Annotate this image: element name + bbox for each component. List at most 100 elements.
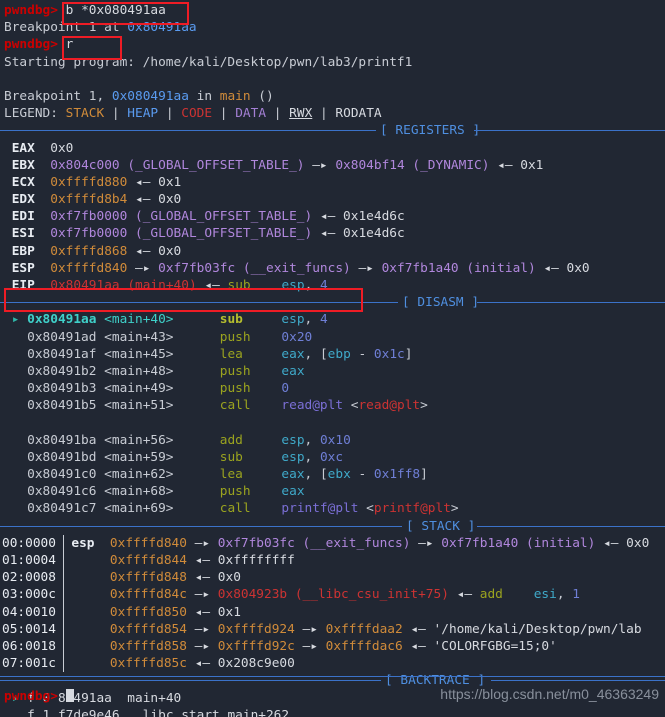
disasm-symbol: <main+48>	[104, 363, 205, 379]
disasm-gap	[204, 433, 219, 448]
stack-row: 00:0000 esp 0xffffd840 —▸ 0xf7fb03fc (__…	[0, 534, 665, 552]
disasm-marker-icon	[4, 450, 27, 465]
stack-offset-index: 04:0010	[2, 604, 56, 620]
space-2	[58, 37, 66, 52]
register-value-edx-part-1: ◂—	[127, 192, 159, 208]
stack-value-part-1: ◂—	[186, 553, 218, 568]
disasm-operands-part-2: read@plt	[358, 398, 421, 414]
rule-right-stack	[477, 525, 665, 527]
register-value-ebp-part-1: ◂—	[127, 243, 159, 259]
stack-value-part-0: 0xffffd858	[109, 638, 187, 654]
backtrace-marker-icon	[4, 708, 27, 717]
legend-data: DATA	[235, 106, 267, 122]
stack-divider	[63, 586, 64, 604]
stack-value-part-8: ,	[556, 587, 573, 603]
register-row-ebx: EBX 0x804c000 (_GLOBAL_OFFSET_TABLE_) —▸…	[0, 157, 665, 174]
register-value-ebp-part-2: 0x0	[158, 243, 182, 259]
disasm-operands-part-2: ebx	[327, 467, 351, 483]
register-name-edx: EDX	[11, 192, 43, 208]
disasm-mnemonic: call	[219, 398, 282, 414]
register-value-esp-part-8: 0x0	[566, 260, 590, 276]
disasm-mnemonic: push	[219, 381, 282, 397]
stack-offset-index: 01:0004	[2, 553, 56, 568]
stack-value-part-2: 0xffffd92c	[217, 638, 295, 654]
disasm-mnemonic: sub	[219, 312, 282, 328]
reg-indent	[4, 209, 12, 224]
disasm-operands-part-5: ]	[420, 467, 428, 483]
breakpoint-hit-function: main	[219, 88, 251, 104]
disasm-section-title: [ DISASM ]	[398, 294, 484, 312]
disasm-operands-part-0: printf@plt	[281, 501, 359, 517]
register-value-esp-part-1: —▸	[127, 260, 159, 276]
prompt-label-2: pwndbg>	[4, 37, 58, 53]
stack-value-part-0: 0xffffd84c	[109, 587, 187, 603]
disasm-row-current: ▸ 0x80491aa <main+40> sub esp, 4	[0, 311, 665, 328]
disasm-gap	[204, 501, 219, 516]
terminal-window[interactable]: pwndbg> b *0x080491aa Breakpoint 1 at 0x…	[0, 0, 665, 717]
register-value-esp-part-6: (initial)	[458, 260, 536, 276]
backtrace-frame-index: f 1	[27, 707, 58, 717]
legend-sep-1: |	[104, 106, 128, 122]
reg-indent	[4, 261, 12, 276]
stack-section-title: [ STACK ]	[402, 517, 480, 535]
stack-divider	[63, 655, 64, 673]
disasm-gap	[204, 398, 219, 413]
command-input-1[interactable]: b *0x080491aa	[66, 3, 166, 18]
stack-value-part-3: —▸	[294, 621, 326, 637]
disasm-gap	[204, 330, 219, 345]
register-row-eip: EIP 0x80491aa (main+40) ◂— sub esp, 4	[0, 277, 665, 294]
disasm-marker-icon	[4, 381, 27, 396]
disasm-panel: ▸ 0x80491aa <main+40> sub esp, 4 0x80491…	[0, 311, 665, 517]
disasm-symbol: <main+59>	[104, 449, 205, 465]
disasm-symbol: <main+68>	[104, 484, 205, 500]
disasm-operands-part-1: , [	[304, 346, 328, 362]
bottom-separator-rule	[0, 676, 665, 677]
register-value-esp-part-7: ◂—	[535, 260, 567, 276]
disasm-mnemonic: push	[219, 484, 282, 500]
space-3	[58, 689, 66, 704]
register-value-esp-part-3: (__exit_funcs)	[235, 260, 351, 276]
register-value-esp-part-4: —▸	[350, 260, 382, 276]
register-value-eip-part-5: esp	[281, 278, 305, 293]
disasm-address: 0x80491b2	[27, 363, 105, 379]
disasm-marker-icon	[4, 347, 27, 362]
disasm-operands-part-1: <	[343, 398, 359, 414]
register-value-esi-part-2: ◂—	[312, 226, 344, 242]
stack-value-part-2: 0x1	[217, 604, 241, 620]
disasm-spacer	[0, 415, 665, 432]
breakpoint-hit-output: Breakpoint 1, 0x080491aa in main ()	[0, 88, 665, 105]
stack-offset-index: 05:0014	[2, 621, 56, 637]
stack-value-part-0: 0xffffd850	[109, 604, 187, 620]
disasm-mnemonic: lea	[219, 346, 282, 362]
space-1	[58, 3, 66, 18]
disasm-operands-part-1: <	[358, 501, 374, 517]
disasm-row: 0x80491b5 <main+51> call read@plt <read@…	[0, 397, 665, 414]
stack-gap-b	[102, 587, 110, 602]
register-value-eip-part-3: sub	[227, 278, 251, 293]
stack-divider	[63, 620, 64, 638]
disasm-operands-part-1: , [	[304, 467, 328, 483]
stack-gap-b	[102, 656, 110, 671]
disasm-mnemonic: push	[219, 329, 282, 345]
register-row-ebp: EBP 0xffffd868 ◂— 0x0	[0, 243, 665, 260]
registers-section-title: [ REGISTERS ]	[376, 122, 485, 140]
stack-value-part-3: —▸	[294, 638, 326, 654]
stack-value-part-1: ◂—	[186, 570, 218, 586]
reg-indent	[4, 244, 12, 259]
command-input-2[interactable]: r	[66, 37, 74, 52]
disasm-marker-icon	[4, 364, 27, 379]
disasm-symbol: <main+40>	[104, 312, 205, 328]
register-value-edx-part-2: 0x0	[158, 192, 182, 208]
stack-row: 02:0008 0xffffd848 ◂— 0x0	[0, 569, 665, 587]
registers-section-separator: [ REGISTERS ]	[0, 122, 665, 140]
register-value-ebx-part-4: (_DYNAMIC)	[404, 157, 490, 173]
stack-offset-index: 06:0018	[2, 638, 56, 654]
disasm-address: 0x80491c6	[27, 484, 105, 500]
watermark-text: https://blog.csdn.net/m0_46363249	[440, 685, 659, 702]
disasm-operands-part-2: printf@plt	[373, 501, 451, 517]
active-prompt-line[interactable]: pwndbg>	[0, 688, 74, 705]
stack-register-label: esp	[71, 535, 103, 551]
disasm-symbol: <main+56>	[104, 432, 205, 448]
legend-sep-5: |	[312, 106, 336, 122]
